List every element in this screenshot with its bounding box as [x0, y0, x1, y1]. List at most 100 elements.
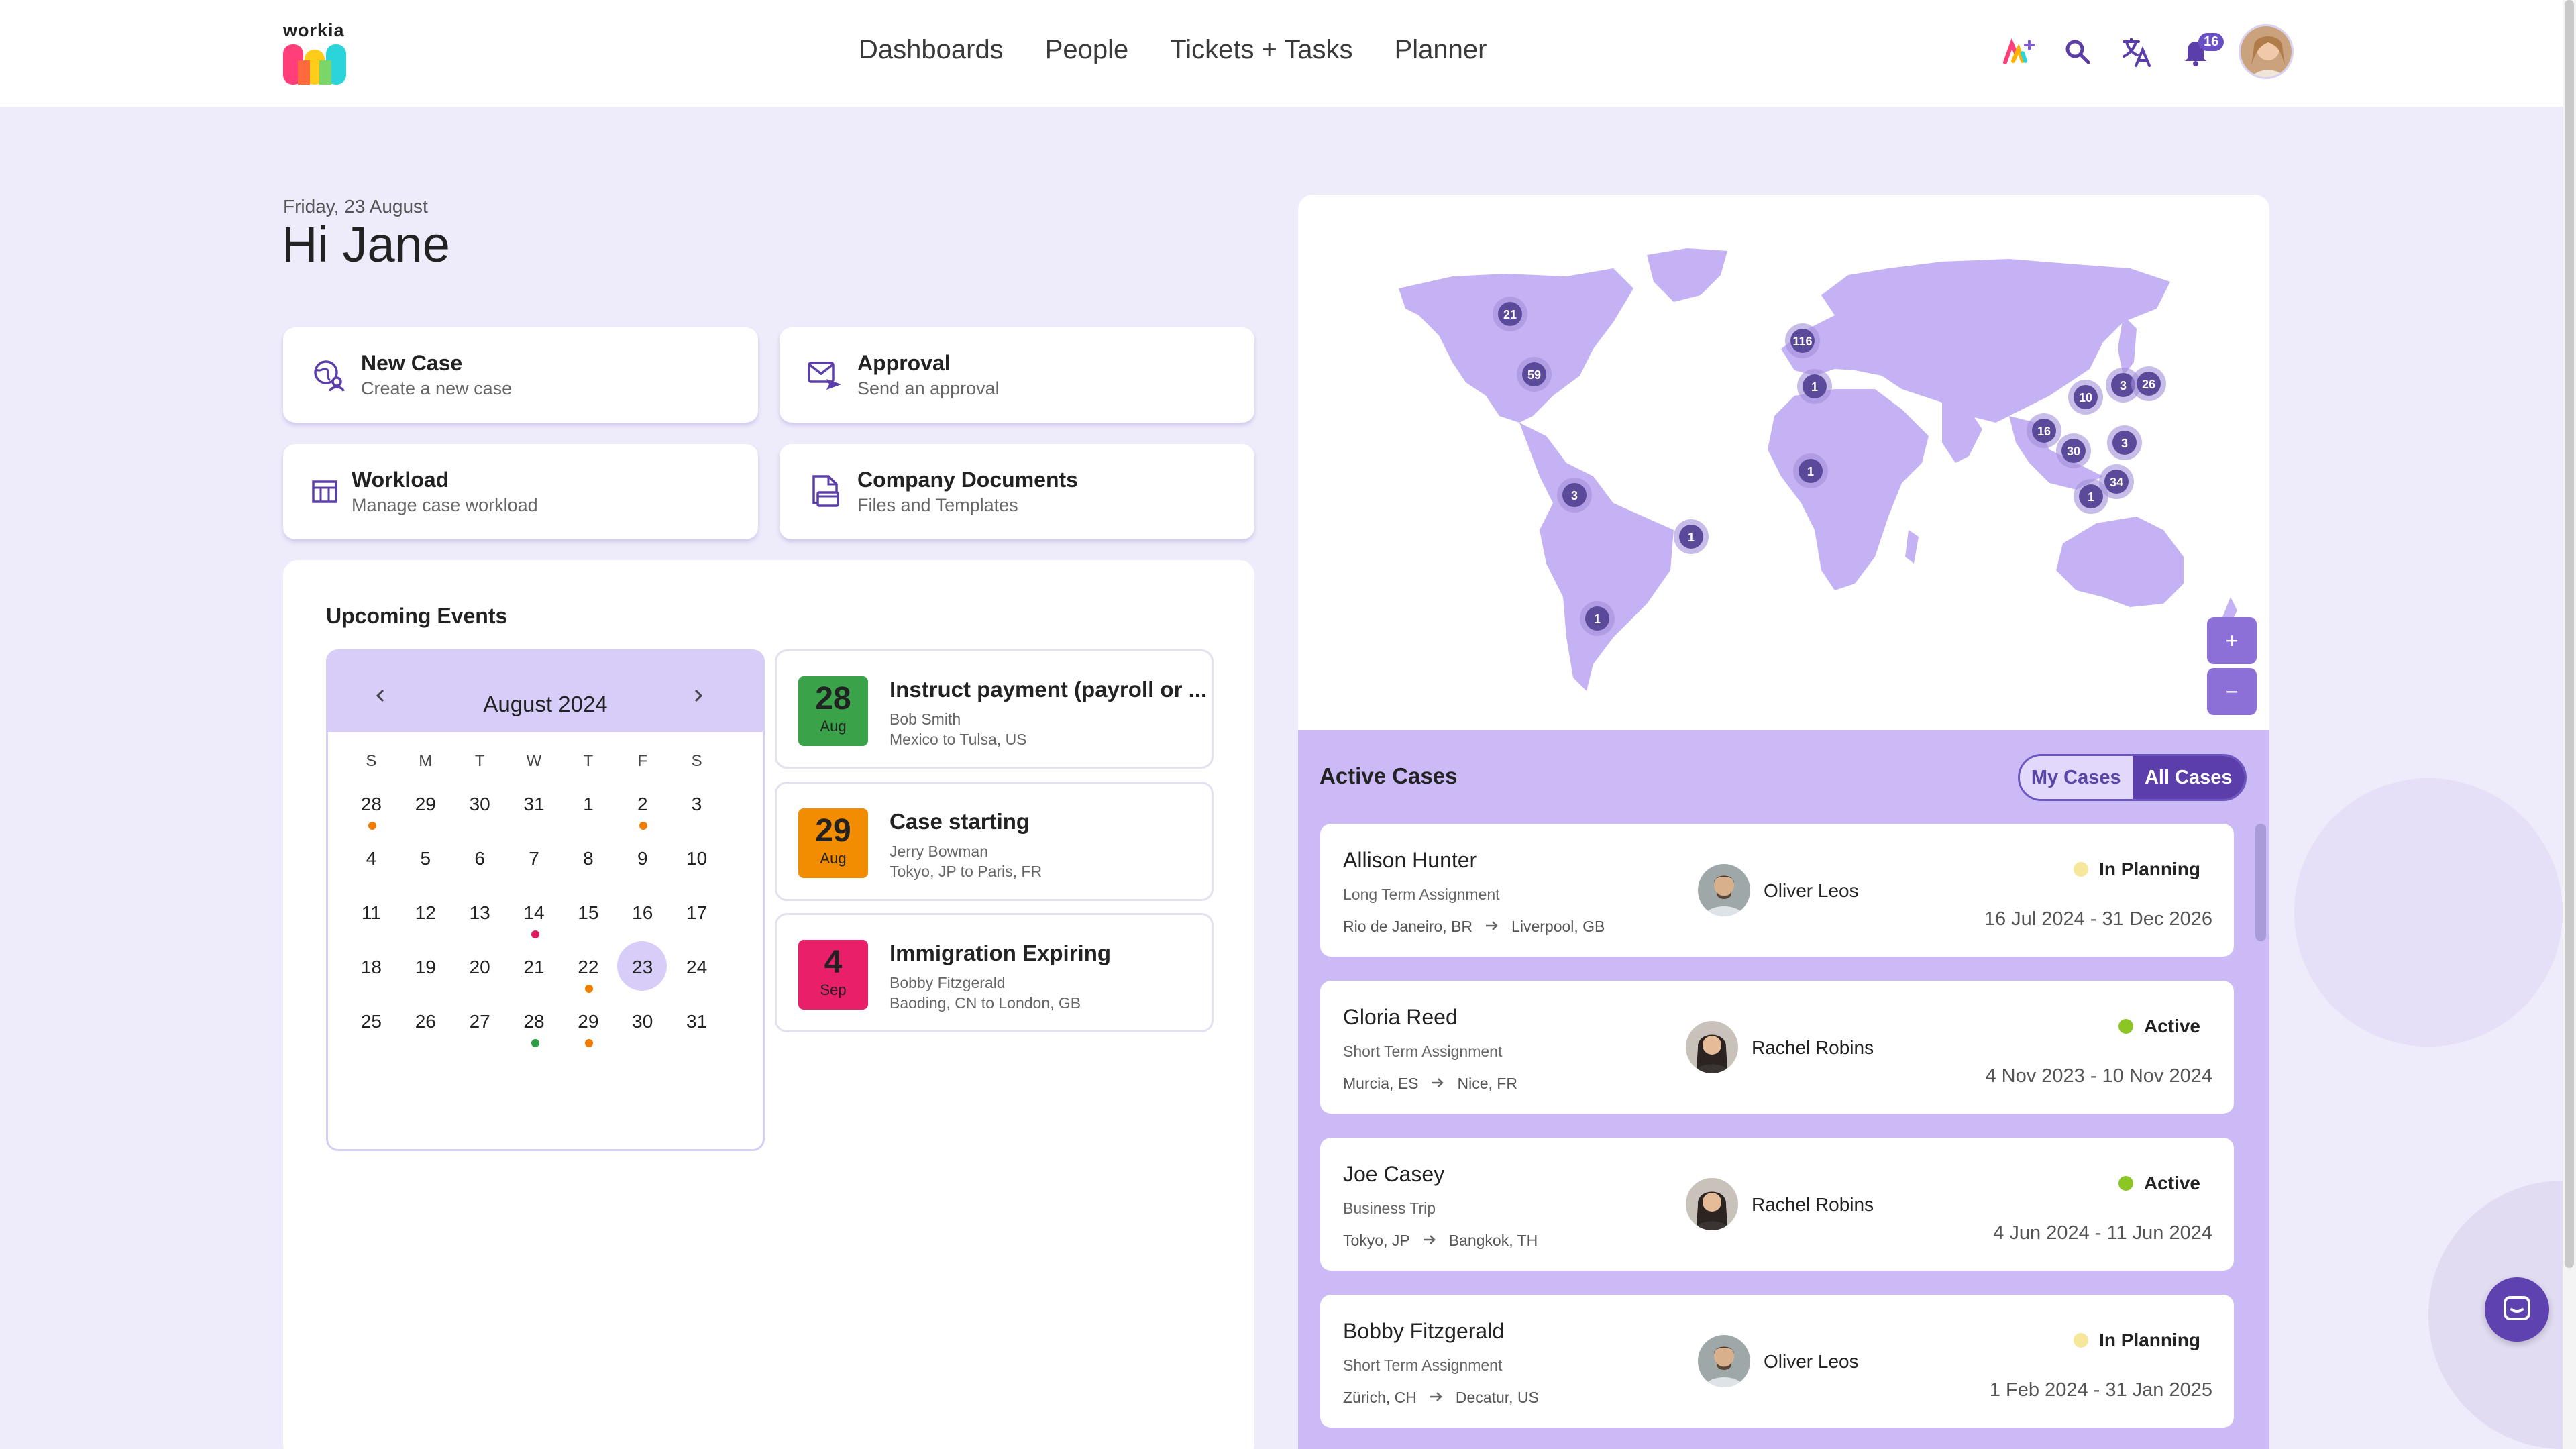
status-label: Active: [2143, 1016, 2200, 1036]
event-day: 29: [815, 813, 851, 849]
calendar-day[interactable]: 18: [344, 943, 398, 998]
all-cases-button[interactable]: All Cases: [2132, 756, 2245, 799]
status-dot: [2074, 862, 2089, 877]
world-map-panel[interactable]: 21 59 116 1 10 3 26 16 30 3 1 34 1 3 1 1 + −: [1298, 195, 2269, 730]
calendar-day[interactable]: 21: [507, 943, 561, 998]
event-card[interactable]: 4 Sep Immigration Expiring Bobby Fitzger…: [775, 913, 1214, 1032]
calendar-day[interactable]: 25: [344, 998, 398, 1052]
status-dot: [2118, 1176, 2133, 1191]
map-cluster-marker[interactable]: 1: [1674, 519, 1709, 554]
calendar-day[interactable]: 11: [344, 889, 398, 943]
event-card[interactable]: 28 Aug Instruct payment (payroll or ... …: [775, 649, 1214, 769]
search-icon[interactable]: [2061, 36, 2094, 68]
workia-logo[interactable]: workia: [282, 20, 356, 87]
calendar-day[interactable]: 28: [344, 780, 398, 835]
calendar-day[interactable]: 14: [507, 889, 561, 943]
south-america-shape: [1519, 423, 1674, 691]
cases-scrollbar[interactable]: [2255, 824, 2266, 941]
case-type: Business Trip: [1343, 1199, 1436, 1217]
map-cluster-marker[interactable]: 10: [2068, 380, 2103, 415]
calendar-day[interactable]: 23: [615, 941, 669, 998]
approval-title: Approval: [857, 351, 951, 375]
calendar-day[interactable]: 30: [615, 998, 669, 1052]
zoom-out-button[interactable]: −: [2207, 668, 2257, 715]
event-month: Aug: [820, 850, 847, 867]
calendar-day[interactable]: 2: [615, 780, 669, 835]
map-cluster-marker[interactable]: 16: [2027, 413, 2061, 448]
calendar-day[interactable]: 31: [507, 780, 561, 835]
case-type: Long Term Assignment: [1343, 885, 1500, 903]
event-card[interactable]: 29 Aug Case starting Jerry Bowman Tokyo,…: [775, 782, 1214, 901]
ai-sparkle-icon[interactable]: [2002, 36, 2035, 68]
calendar-day[interactable]: 12: [398, 889, 453, 943]
map-cluster-marker[interactable]: 59: [1517, 357, 1552, 392]
calendar-day[interactable]: 31: [669, 998, 724, 1052]
manager-avatar: [1686, 1021, 1738, 1073]
map-cluster-marker[interactable]: 1: [1580, 601, 1615, 636]
map-cluster-marker[interactable]: 3: [2107, 425, 2142, 460]
map-cluster-marker[interactable]: 21: [1493, 297, 1527, 331]
nav-people[interactable]: People: [1045, 35, 1129, 65]
nav-planner[interactable]: Planner: [1395, 35, 1487, 65]
calendar-day[interactable]: 24: [669, 943, 724, 998]
user-avatar[interactable]: [2239, 24, 2294, 79]
calendar-day[interactable]: 6: [453, 835, 507, 889]
map-cluster-marker[interactable]: 30: [2056, 433, 2091, 468]
calendar-day[interactable]: 9: [615, 835, 669, 889]
calendar-day[interactable]: 20: [453, 943, 507, 998]
chevron-right-icon[interactable]: [685, 682, 712, 709]
calendar-day[interactable]: 8: [561, 835, 615, 889]
approval-card[interactable]: Approval Send an approval: [780, 327, 1254, 423]
nav-dashboards[interactable]: Dashboards: [859, 35, 1004, 65]
calendar-day[interactable]: 22: [561, 943, 615, 998]
calendar-day[interactable]: 26: [398, 998, 453, 1052]
new-case-card[interactable]: New Case Create a new case: [283, 327, 758, 423]
map-cluster-count: 3: [2120, 379, 2127, 392]
calendar-day[interactable]: 28: [507, 998, 561, 1052]
translate-icon[interactable]: [2121, 36, 2153, 68]
calendar-day[interactable]: 16: [615, 889, 669, 943]
map-cluster-marker[interactable]: 1: [1797, 369, 1832, 404]
calendar-day-number: 31: [523, 794, 545, 814]
case-card[interactable]: Allison Hunter Long Term Assignment Rio de…: [1320, 824, 2234, 957]
map-cluster-marker[interactable]: 3: [1557, 478, 1592, 513]
map-cluster-marker[interactable]: 26: [2131, 366, 2166, 401]
calendar-day[interactable]: 29: [561, 998, 615, 1052]
zoom-in-button[interactable]: +: [2207, 617, 2257, 664]
calendar-day[interactable]: 4: [344, 835, 398, 889]
event-marker-dot: [531, 930, 539, 938]
workload-card[interactable]: Workload Manage case workload: [283, 444, 758, 539]
case-card[interactable]: Joe Casey Business Trip Tokyo, JP Bangkok, …: [1320, 1138, 2234, 1271]
calendar-day[interactable]: 3: [669, 780, 724, 835]
company-documents-card[interactable]: Company Documents Files and Templates: [780, 444, 1254, 539]
map-cluster-marker[interactable]: 1: [2074, 479, 2108, 514]
calendar-day[interactable]: 7: [507, 835, 561, 889]
chat-button[interactable]: [2485, 1277, 2549, 1342]
bell-icon[interactable]: 16: [2180, 33, 2224, 68]
nav-tickets-tasks[interactable]: Tickets + Tasks: [1170, 35, 1352, 65]
calendar-day[interactable]: 19: [398, 943, 453, 998]
workload-title: Workload: [352, 468, 449, 492]
calendar-day[interactable]: 15: [561, 889, 615, 943]
north-america-shape: [1399, 268, 1633, 423]
calendar-day-number: 17: [686, 902, 708, 923]
calendar-day[interactable]: 10: [669, 835, 724, 889]
my-cases-button[interactable]: My Cases: [2020, 756, 2133, 799]
case-card[interactable]: Gloria Reed Short Term Assignment Murcia, …: [1320, 981, 2234, 1114]
calendar-day-number: 23: [632, 957, 653, 977]
calendar-day[interactable]: 1: [561, 780, 615, 835]
page-scrollbar-thumb[interactable]: [2565, 0, 2574, 1268]
calendar-day[interactable]: 29: [398, 780, 453, 835]
documents-icon: [806, 473, 844, 511]
calendar-day[interactable]: 30: [453, 780, 507, 835]
world-map[interactable]: 21 59 116 1 10 3 26 16 30 3 1 34 1 3 1 1: [1298, 195, 2269, 730]
calendar-day[interactable]: 27: [453, 998, 507, 1052]
map-cluster-marker[interactable]: 1: [1793, 453, 1828, 488]
page-scrollbar[interactable]: [2563, 0, 2576, 1449]
calendar-day-number: 26: [415, 1011, 436, 1032]
map-cluster-marker[interactable]: 116: [1785, 323, 1820, 358]
calendar-day[interactable]: 5: [398, 835, 453, 889]
calendar-day[interactable]: 17: [669, 889, 724, 943]
calendar-day[interactable]: 13: [453, 889, 507, 943]
case-card[interactable]: Bobby Fitzgerald Short Term Assignment Zür…: [1320, 1295, 2234, 1428]
